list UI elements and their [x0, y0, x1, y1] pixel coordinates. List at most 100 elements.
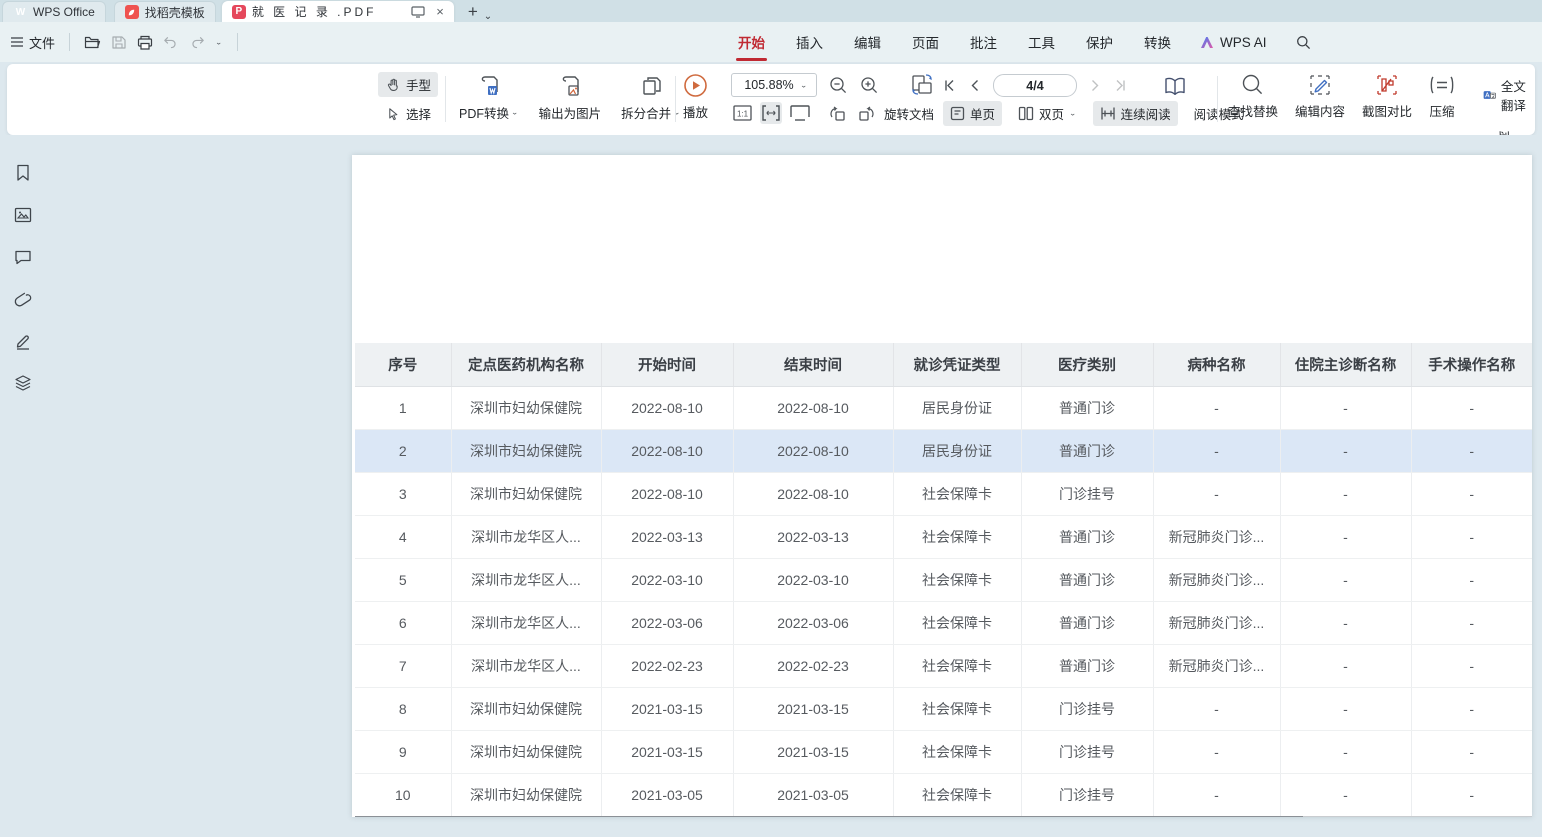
table-cell: 社会保障卡: [893, 687, 1021, 730]
split-merge-button[interactable]: 拆分合并⌄: [621, 73, 681, 122]
screen-share-icon[interactable]: [408, 2, 428, 22]
table-cell: 普通门诊: [1021, 386, 1153, 429]
menu-tab-protect[interactable]: 保护: [1084, 22, 1115, 62]
record-table-body: 1深圳市妇幼保健院2022-08-102022-08-10居民身份证普通门诊--…: [355, 386, 1532, 816]
table-cell: 2022-03-13: [733, 515, 893, 558]
full-translate-button[interactable]: 全文翻译: [1476, 73, 1540, 117]
single-page-button[interactable]: 单页: [943, 101, 1002, 126]
layers-icon[interactable]: [13, 373, 33, 393]
column-header: 手术操作名称: [1411, 343, 1532, 386]
attachment-icon[interactable]: [13, 289, 33, 309]
docer-logo-icon: [125, 5, 139, 19]
table-cell: 2022-03-06: [601, 601, 733, 644]
last-page-icon[interactable]: [1114, 79, 1127, 92]
zoom-out-icon[interactable]: [829, 76, 848, 95]
table-row: 4深圳市龙华区人...2022-03-132022-03-13社会保障卡普通门诊…: [355, 515, 1532, 558]
svg-text:1:1: 1:1: [736, 110, 748, 119]
rotate-doc-label[interactable]: 旋转文档: [884, 104, 934, 123]
zoom-level-input[interactable]: ⌄: [731, 73, 817, 97]
table-row: 1深圳市妇幼保健院2022-08-102022-08-10居民身份证普通门诊--…: [355, 386, 1532, 429]
menu-tab-page[interactable]: 页面: [910, 22, 941, 62]
continuous-read-button[interactable]: 连续阅读: [1093, 101, 1178, 126]
table-cell: -: [1280, 601, 1411, 644]
rotate-pages-icon[interactable]: [909, 73, 935, 97]
chevron-down-icon[interactable]: ⌄: [800, 81, 808, 90]
table-cell: 门诊挂号: [1021, 472, 1153, 515]
divider: [69, 33, 70, 51]
menu-tab-insert[interactable]: 插入: [794, 22, 825, 62]
tab-docer-templates[interactable]: 找稻壳模板: [114, 1, 216, 22]
table-cell: 2022-08-10: [733, 429, 893, 472]
save-icon[interactable]: [111, 35, 127, 50]
table-cell: -: [1280, 773, 1411, 816]
menu-tab-home[interactable]: 开始: [736, 22, 767, 62]
bookmark-icon[interactable]: [13, 163, 33, 183]
search-icon[interactable]: [1296, 35, 1311, 50]
undo-icon[interactable]: [163, 35, 179, 49]
table-cell: 5: [355, 558, 451, 601]
table-cell: 普通门诊: [1021, 601, 1153, 644]
fit-width-button[interactable]: [760, 102, 782, 124]
tab-wps-office[interactable]: W WPS Office: [2, 1, 106, 22]
export-image-icon: [557, 73, 583, 99]
table-cell: -: [1411, 429, 1532, 472]
redo-icon[interactable]: [189, 35, 205, 49]
previous-page-icon[interactable]: [970, 79, 979, 92]
menu-tab-edit[interactable]: 编辑: [852, 22, 883, 62]
table-row: 8深圳市妇幼保健院2021-03-152021-03-15社会保障卡门诊挂号--…: [355, 687, 1532, 730]
print-icon[interactable]: [137, 35, 153, 50]
table-cell: 2022-02-23: [601, 644, 733, 687]
table-cell: -: [1280, 515, 1411, 558]
table-cell: 6: [355, 601, 451, 644]
quickbar-chevron-icon[interactable]: ⌄: [215, 38, 223, 47]
tab-list-chevron-icon[interactable]: ⌄: [484, 11, 492, 22]
select-tool-button[interactable]: 选择: [378, 101, 438, 126]
menu-tab-convert[interactable]: 转换: [1142, 22, 1173, 62]
table-cell: -: [1280, 472, 1411, 515]
pdf-convert-button[interactable]: PDF转换⌄: [459, 73, 519, 122]
double-page-button[interactable]: 双页 ⌄: [1011, 101, 1084, 126]
menu-tab-comment[interactable]: 批注: [968, 22, 999, 62]
table-row: 9深圳市妇幼保健院2021-03-152021-03-15社会保障卡门诊挂号--…: [355, 730, 1532, 773]
menu-tab-tools[interactable]: 工具: [1026, 22, 1057, 62]
pdf-page: 序号定点医药机构名称开始时间结束时间就诊凭证类型医疗类别病种名称住院主诊断名称手…: [352, 155, 1532, 817]
new-tab-icon[interactable]: +: [468, 2, 478, 22]
table-cell: 普通门诊: [1021, 515, 1153, 558]
actual-size-button[interactable]: 1:1: [731, 102, 753, 124]
page-indicator[interactable]: [1005, 79, 1065, 93]
split-merge-icon: [638, 73, 664, 99]
open-file-icon[interactable]: [84, 35, 101, 50]
first-page-icon[interactable]: [943, 79, 956, 92]
table-row: 3深圳市妇幼保健院2022-08-102022-08-10社会保障卡门诊挂号--…: [355, 472, 1532, 515]
table-cell: 新冠肺炎门诊...: [1153, 644, 1280, 687]
export-image-button[interactable]: 输出为图片: [539, 73, 602, 122]
table-cell: 2021-03-15: [601, 730, 733, 773]
comments-icon[interactable]: [13, 247, 33, 267]
page-number-input[interactable]: [993, 74, 1077, 97]
play-button[interactable]: 播放: [683, 73, 708, 121]
file-menu-button[interactable]: 文件: [10, 33, 55, 52]
signature-icon[interactable]: [13, 331, 33, 351]
table-cell: -: [1411, 730, 1532, 773]
read-mode-icon[interactable]: [1163, 75, 1187, 97]
zoom-value[interactable]: [738, 78, 800, 92]
zoom-in-icon[interactable]: [860, 76, 879, 95]
tab-label: 找稻壳模板: [145, 4, 205, 21]
rotate-right-icon[interactable]: [855, 102, 877, 124]
next-page-icon[interactable]: [1091, 79, 1100, 92]
divider: [445, 76, 446, 122]
cursor-icon: [385, 106, 401, 122]
close-tab-icon[interactable]: ×: [436, 4, 444, 19]
ribbon-toolbar: 手型 选择 PDF转换⌄ 输出为图片 拆分合并⌄ 播放: [7, 64, 1535, 135]
hand-tool-button[interactable]: 手型: [378, 72, 438, 97]
tab-document-pdf[interactable]: P 就 医 记 录 .PDF ×: [222, 1, 454, 22]
table-row: 6深圳市龙华区人...2022-03-062022-03-06社会保障卡普通门诊…: [355, 601, 1532, 644]
table-cell: 2021-03-05: [601, 773, 733, 816]
chevron-down-icon: ⌄: [511, 108, 519, 117]
rotate-left-icon[interactable]: [826, 102, 848, 124]
fit-page-button[interactable]: [789, 102, 811, 124]
thumbnails-icon[interactable]: [13, 205, 33, 225]
wps-ai-button[interactable]: WPS AI: [1200, 35, 1267, 50]
table-cell: -: [1153, 429, 1280, 472]
table-cell: -: [1153, 730, 1280, 773]
